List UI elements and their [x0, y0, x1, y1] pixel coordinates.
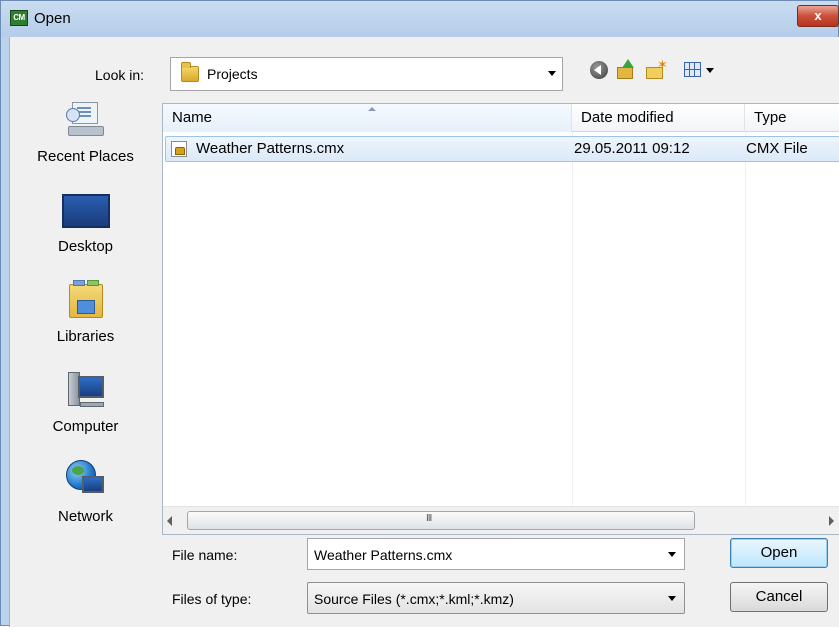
open-dialog: CM Open x Look in: Projects ✶ Recent Pla… — [0, 0, 839, 627]
recent-places-icon — [65, 100, 106, 140]
column-header: Name Date modified Type — [163, 104, 839, 132]
place-desktop[interactable]: Desktop — [14, 184, 157, 272]
desktop-icon — [61, 194, 110, 230]
folder-icon — [181, 62, 199, 82]
files-of-type-label: Files of type: — [172, 591, 252, 607]
column-type[interactable]: Type — [745, 104, 839, 132]
places-bar: Recent Places Desktop Libraries Computer — [14, 94, 157, 534]
place-label: Computer — [52, 418, 119, 435]
computer-icon — [66, 370, 106, 410]
file-list[interactable]: Name Date modified Type Weather Patterns… — [162, 103, 839, 535]
column-divider — [745, 132, 746, 505]
network-icon — [65, 460, 106, 500]
chevron-down-icon[interactable] — [548, 71, 556, 76]
horizontal-scrollbar[interactable]: III — [163, 506, 839, 534]
dialog-body: Look in: Projects ✶ Recent Places Deskto… — [9, 37, 839, 627]
place-network[interactable]: Network — [14, 454, 157, 542]
file-type-cell: CMX File — [746, 140, 808, 157]
chevron-down-icon[interactable] — [668, 552, 676, 557]
file-row[interactable]: Weather Patterns.cmx 29.05.2011 09:12 CM… — [165, 136, 839, 162]
new-folder-icon[interactable]: ✶ — [644, 57, 668, 81]
place-label: Network — [57, 508, 113, 525]
file-name-label: File name: — [172, 547, 238, 563]
open-button[interactable]: Open — [730, 538, 828, 568]
column-date-modified[interactable]: Date modified — [572, 104, 745, 132]
views-menu-icon[interactable] — [682, 59, 718, 81]
scroll-left-icon[interactable] — [167, 516, 172, 526]
libraries-icon — [68, 280, 103, 320]
place-libraries[interactable]: Libraries — [14, 274, 157, 362]
up-one-level-icon[interactable] — [615, 59, 637, 81]
files-of-type-value: Source Files (*.cmx;*.kml;*.kmz) — [314, 591, 514, 607]
file-date-cell: 29.05.2011 09:12 — [574, 140, 690, 157]
cancel-button[interactable]: Cancel — [730, 582, 828, 612]
app-icon: CM — [10, 10, 28, 26]
file-name-value: Weather Patterns.cmx — [314, 547, 453, 563]
place-label: Desktop — [57, 238, 114, 255]
look-in-value: Projects — [207, 66, 258, 82]
file-name-cell: Weather Patterns.cmx — [196, 140, 345, 157]
file-name-input[interactable]: Weather Patterns.cmx — [307, 538, 685, 570]
place-recent-places[interactable]: Recent Places — [14, 94, 157, 182]
column-divider — [572, 132, 573, 505]
look-in-label: Look in: — [95, 67, 145, 83]
scroll-grip: III — [426, 513, 432, 524]
scroll-thumb[interactable]: III — [187, 511, 695, 530]
chevron-down-icon[interactable] — [668, 596, 676, 601]
window-title: Open — [34, 10, 71, 27]
close-button[interactable]: x — [797, 5, 839, 27]
place-label: Recent Places — [37, 148, 134, 165]
back-icon[interactable] — [588, 59, 610, 81]
look-in-combo[interactable]: Projects — [170, 57, 563, 91]
place-computer[interactable]: Computer — [14, 364, 157, 452]
place-label: Libraries — [56, 328, 115, 345]
title-bar: CM Open x — [1, 1, 839, 37]
files-of-type-select[interactable]: Source Files (*.cmx;*.kml;*.kmz) — [307, 582, 685, 614]
cmx-file-icon — [171, 141, 187, 157]
scroll-right-icon[interactable] — [829, 516, 834, 526]
sort-ascending-icon — [368, 107, 376, 111]
